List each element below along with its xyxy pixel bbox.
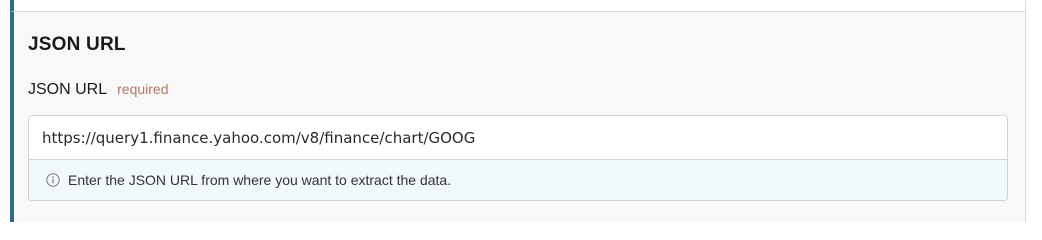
required-tag: required — [117, 81, 169, 97]
field-label-row: JSON URL required — [28, 81, 169, 99]
json-url-input[interactable] — [29, 116, 1007, 160]
info-icon — [46, 173, 60, 187]
section-title: JSON URL — [28, 34, 126, 55]
field-label: JSON URL — [28, 81, 108, 98]
panel-border-top — [1025, 0, 1026, 11]
help-row: Enter the JSON URL from where you want t… — [29, 160, 1007, 200]
json-url-panel: JSON URL JSON URL required Enter the JSO… — [10, 11, 1026, 222]
panel-accent-bar-top — [10, 0, 14, 11]
page: JSON URL JSON URL required Enter the JSO… — [0, 0, 1042, 222]
json-url-field-container: Enter the JSON URL from where you want t… — [28, 115, 1008, 201]
help-text: Enter the JSON URL from where you want t… — [68, 172, 452, 188]
